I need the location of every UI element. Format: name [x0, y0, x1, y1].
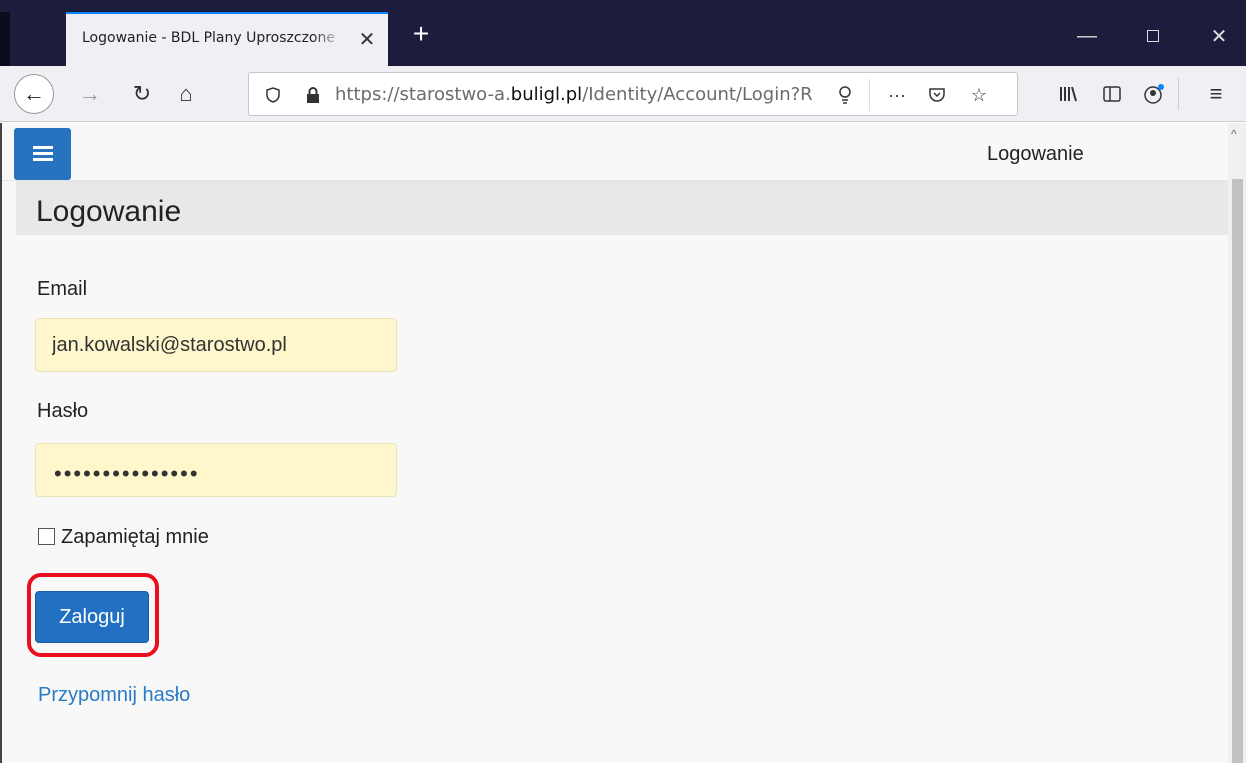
browser-tab[interactable]: Logowanie - BDL Plany Uproszczone ✕	[66, 12, 388, 66]
back-icon[interactable]: ←	[14, 74, 54, 114]
forgot-password-link[interactable]: Przypomnij hasło	[38, 684, 190, 707]
maximize-icon[interactable]	[1130, 22, 1176, 50]
account-icon[interactable]	[1138, 78, 1170, 110]
scrollbar-thumb[interactable]	[1232, 179, 1243, 763]
more-icon[interactable]: ···	[883, 81, 911, 109]
password-label: Hasło	[37, 400, 89, 422]
email-field[interactable]	[35, 318, 397, 372]
reload-icon[interactable]: ↻	[126, 78, 158, 110]
lock-icon[interactable]	[299, 81, 327, 109]
close-window-icon[interactable]: ✕	[1196, 22, 1242, 50]
page-title: Logowanie	[36, 195, 182, 228]
url-separator	[869, 79, 870, 111]
url-bar[interactable]: https://starostwo-a.buligl.pl/Identity/A…	[248, 72, 1018, 116]
lightbulb-icon[interactable]	[831, 81, 859, 109]
browser-titlebar: Logowanie - BDL Plany Uproszczone ✕ + — …	[0, 0, 1246, 66]
app-topbar: Logowanie	[2, 123, 1228, 181]
password-mask: •••••••••••••••	[54, 461, 200, 486]
toolbar-separator	[1178, 78, 1179, 110]
page-scrollbar[interactable]: ^	[1228, 123, 1246, 763]
remember-me-label[interactable]: Zapamiętaj mnie	[61, 526, 209, 549]
titlebar-edge	[0, 12, 10, 66]
forward-icon[interactable]: →	[74, 78, 106, 110]
tab-title: Logowanie - BDL Plany Uproszczone	[82, 30, 335, 46]
pocket-icon[interactable]	[923, 81, 951, 109]
page-content: Logowanie Logowanie Email Hasło ••••••••…	[0, 123, 1228, 763]
star-icon[interactable]: ☆	[965, 81, 993, 109]
url-text[interactable]: https://starostwo-a.buligl.pl/Identity/A…	[335, 84, 829, 105]
hamburger-icon	[32, 146, 53, 162]
home-icon[interactable]: ⌂	[170, 78, 202, 110]
library-icon[interactable]	[1052, 78, 1084, 110]
email-label: Email	[37, 278, 88, 300]
hamburger-menu-button[interactable]	[14, 128, 71, 180]
tab-close-icon[interactable]: ✕	[356, 28, 378, 51]
shield-icon[interactable]	[259, 81, 287, 109]
topbar-title: Logowanie	[987, 143, 1084, 165]
new-tab-icon[interactable]: +	[406, 20, 436, 50]
scroll-up-icon[interactable]: ^	[1231, 127, 1237, 141]
sidebar-icon[interactable]	[1096, 78, 1128, 110]
page-header: Logowanie	[16, 181, 1228, 235]
remember-me-checkbox[interactable]	[38, 528, 55, 545]
browser-navbar: ← → ↻ ⌂ https://starostwo-a.buligl.pl/Id…	[0, 66, 1246, 122]
minimize-icon[interactable]: —	[1064, 22, 1110, 50]
menu-icon[interactable]: ≡	[1200, 78, 1232, 110]
login-button[interactable]: Zaloguj	[35, 591, 149, 643]
